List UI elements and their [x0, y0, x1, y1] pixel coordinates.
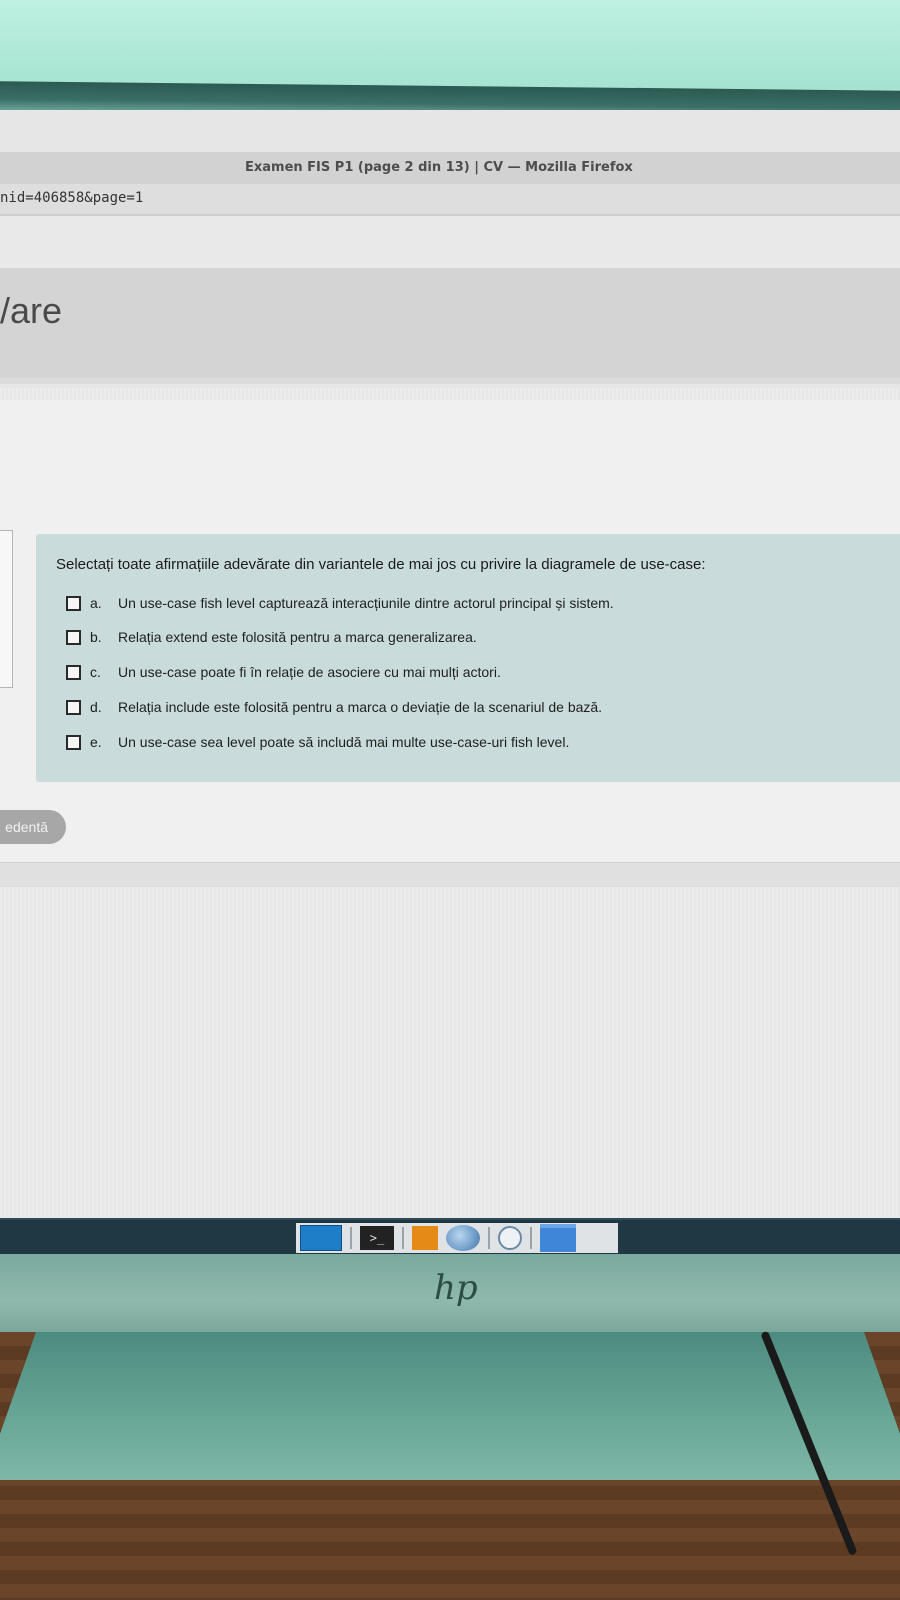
previous-page-button[interactable]: edentă: [0, 810, 66, 844]
desk-area: [0, 1332, 900, 1600]
taskbar-separator: [488, 1227, 490, 1249]
taskbar-separator: [402, 1227, 404, 1249]
question-prompt: Selectați toate afirmațiile adevărate di…: [56, 556, 706, 573]
answer-option-a[interactable]: a. Un use-case fish level capturează int…: [66, 592, 900, 614]
answer-letter: b.: [90, 629, 102, 645]
answer-option-d[interactable]: d. Relația include este folosită pentru …: [66, 696, 900, 718]
terminal-icon[interactable]: >_: [360, 1226, 394, 1250]
checkbox-a[interactable]: [66, 595, 81, 611]
answer-text: Relația extend este folosită pentru a ma…: [118, 629, 477, 645]
question-info-box: [0, 530, 13, 688]
taskbar-separator: [350, 1227, 352, 1249]
brand-logo: hp: [434, 1268, 478, 1308]
checkbox-e[interactable]: [66, 734, 81, 750]
answer-text: Un use-case sea level poate să includă m…: [118, 734, 570, 750]
content-divider: [0, 862, 900, 887]
folder-icon[interactable]: [540, 1224, 576, 1252]
question-card: Selectați toate afirmațiile adevărate di…: [36, 534, 900, 782]
taskbar: >_: [0, 1218, 900, 1254]
checkbox-c[interactable]: [66, 664, 81, 680]
window-title: Examen FIS P1 (page 2 din 13) | CV — Moz…: [245, 160, 633, 175]
checkbox-d[interactable]: [66, 699, 81, 715]
page-header: /are: [0, 268, 900, 384]
answer-letter: d.: [90, 699, 102, 715]
browser-globe-icon[interactable]: [446, 1225, 480, 1251]
terminal-glyph: >_: [369, 1231, 385, 1245]
answer-option-c[interactable]: c. Un use-case poate fi în relație de as…: [66, 661, 900, 683]
answer-letter: e.: [90, 734, 102, 750]
answer-letter: c.: [90, 664, 101, 680]
checkbox-b[interactable]: [66, 629, 81, 645]
page-title: /are: [0, 290, 63, 331]
taskbar-separator: [530, 1227, 532, 1249]
answer-option-b[interactable]: b. Relația extend este folosită pentru a…: [66, 626, 900, 648]
disc-icon[interactable]: [498, 1226, 522, 1250]
monitor-screen: Examen FIS P1 (page 2 din 13) | CV — Moz…: [0, 110, 900, 1225]
monitor-bottom-bezel: hp: [0, 1254, 900, 1332]
answer-text: Relația include este folosită pentru a m…: [118, 699, 603, 715]
answer-text: Un use-case poate fi în relație de asoci…: [118, 664, 501, 680]
address-bar[interactable]: nid=406858&page=1: [0, 184, 900, 216]
notes-icon[interactable]: [412, 1226, 438, 1250]
taskbar-launcher: >_: [296, 1223, 618, 1253]
site-navigation-strip: [0, 216, 900, 268]
window-titlebar: Examen FIS P1 (page 2 din 13) | CV — Moz…: [0, 152, 900, 185]
answer-option-e[interactable]: e. Un use-case sea level poate să includ…: [66, 731, 900, 753]
window-icon[interactable]: [300, 1225, 342, 1251]
answer-text: Un use-case fish level capturează intera…: [118, 595, 614, 611]
address-bar-url[interactable]: nid=406858&page=1: [0, 190, 143, 206]
answer-letter: a.: [90, 595, 102, 611]
